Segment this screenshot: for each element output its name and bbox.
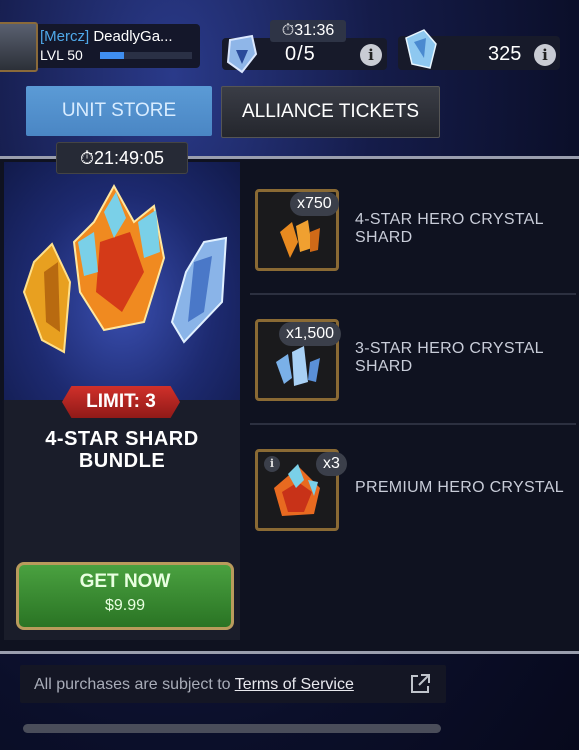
terms-prefix: All purchases are subject to: [34, 676, 235, 693]
terms-text: All purchases are subject to Terms of Se…: [34, 676, 354, 694]
horizontal-scrollbar[interactable]: [23, 724, 441, 733]
offer-price: $9.99: [104, 597, 146, 614]
ticket-count: 0/5: [285, 43, 316, 65]
item-name-4star-shard: 4-STAR HERO CRYSTAL SHARD: [355, 211, 544, 247]
player-name-text: DeadlyGa...: [93, 28, 173, 45]
item-name-line1: 3-STAR HERO CRYSTAL: [355, 340, 544, 357]
stopwatch-icon: ⏱: [79, 148, 94, 168]
offer-image: [4, 162, 240, 400]
item-name-line1: PREMIUM HERO CRYSTAL: [355, 479, 564, 496]
purchase-limit-badge: LIMIT: 3: [62, 386, 180, 418]
item-name-premium-crystal: PREMIUM HERO CRYSTAL: [355, 479, 564, 497]
player-name: [Mercz] DeadlyGa...: [40, 28, 173, 45]
shard-count: 325: [488, 43, 522, 65]
ticket-info-button[interactable]: i: [360, 44, 382, 66]
xp-bar-fill: [100, 52, 124, 59]
item-name-3star-shard: 3-STAR HERO CRYSTAL SHARD: [355, 340, 544, 376]
premium-crystal-info-icon[interactable]: i: [264, 456, 280, 472]
item-quantity: x3: [316, 452, 347, 476]
get-now-label: GET NOW: [79, 571, 171, 592]
stopwatch-icon: ⏱: [281, 22, 295, 39]
shard-info-button[interactable]: i: [534, 44, 556, 66]
tab-unit-store[interactable]: UNIT STORE: [26, 86, 212, 136]
ticket-refresh-timer: ⏱31:36: [270, 20, 346, 42]
item-divider: [250, 293, 576, 295]
alliance-tag: [Mercz]: [40, 28, 90, 45]
tab-alliance-tickets[interactable]: ALLIANCE TICKETS: [221, 86, 440, 138]
item-quantity: x750: [290, 192, 339, 216]
offer-title: 4-STAR SHARD BUNDLE: [4, 428, 240, 472]
item-name-line2: SHARD: [355, 229, 413, 246]
item-divider: [250, 423, 576, 425]
terms-of-service-link[interactable]: Terms of Service: [235, 676, 354, 693]
item-name-line2: SHARD: [355, 358, 413, 375]
item-quantity: x1,500: [279, 322, 342, 346]
crystal-bundle-art: [22, 183, 228, 354]
get-now-button[interactable]: GET NOW $9.99: [16, 562, 234, 630]
item-name-line1: 4-STAR HERO CRYSTAL: [355, 211, 544, 228]
player-level: LVL 50: [40, 47, 83, 63]
offer-title-line2: BUNDLE: [78, 450, 166, 472]
offer-timer: ⏱21:49:05: [56, 142, 188, 174]
avatar[interactable]: [0, 22, 38, 72]
external-link-icon[interactable]: [408, 672, 432, 696]
crystal-shard-icon: [405, 29, 437, 69]
alliance-ticket-icon: [226, 34, 258, 74]
offer-title-line1: 4-STAR SHARD: [45, 428, 199, 450]
